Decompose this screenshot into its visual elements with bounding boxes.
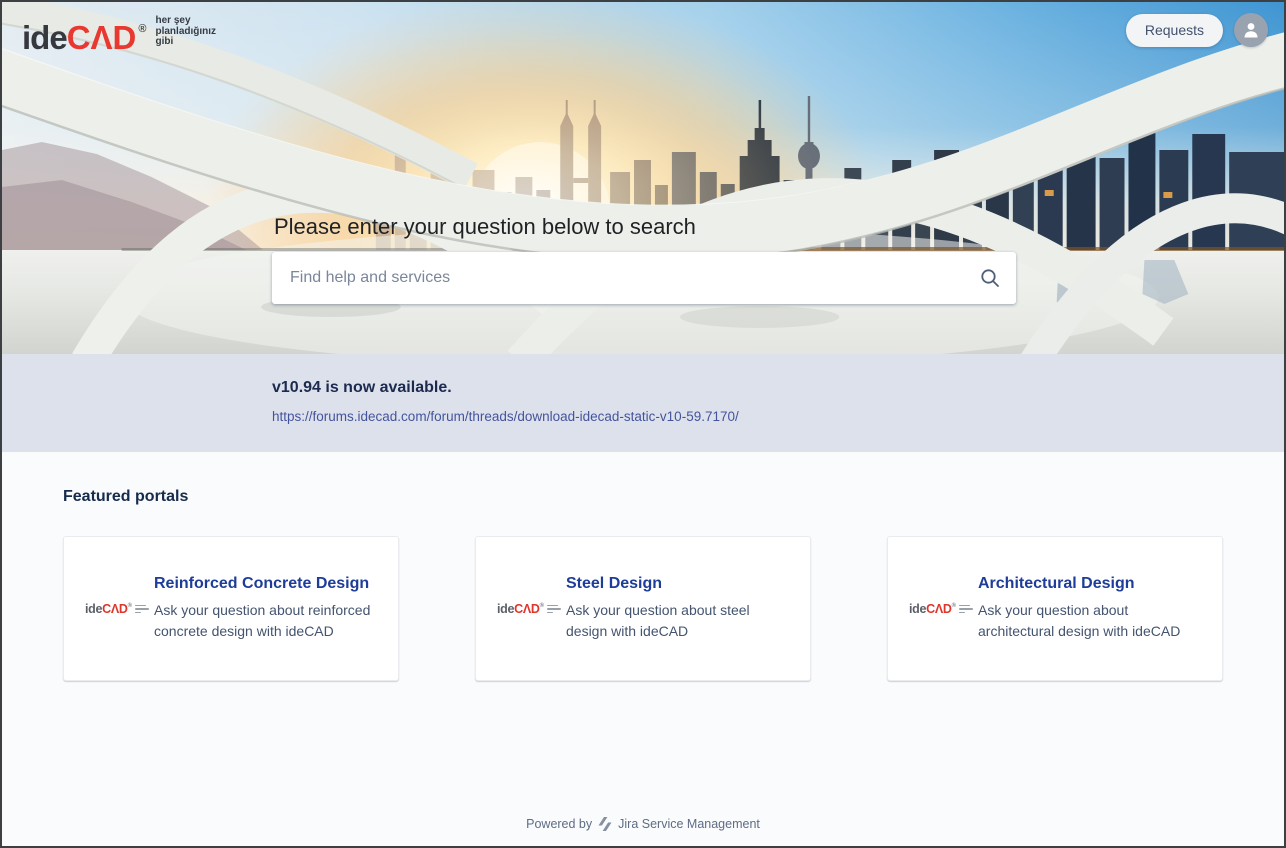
- user-avatar-icon: [1241, 20, 1261, 40]
- jira-logo-icon: [598, 817, 612, 831]
- portal-card-reinforced-concrete[interactable]: ideCΛD® Reinforced Concrete Design Ask y…: [63, 536, 399, 681]
- logo-cad: CΛD: [67, 19, 137, 56]
- mini-logo-tagline: [959, 605, 973, 614]
- portal-cards: ideCΛD® Reinforced Concrete Design Ask y…: [63, 536, 1223, 681]
- mini-logo-tagline: [135, 605, 149, 614]
- portal-card-title: Steel Design: [566, 575, 792, 593]
- logo-ide: ide: [22, 19, 67, 56]
- search-box: [272, 252, 1016, 304]
- search-input[interactable]: [272, 252, 1016, 304]
- portal-card-description: Ask your question about architectural de…: [978, 600, 1204, 642]
- search-heading: Please enter your question below to sear…: [274, 214, 1016, 240]
- announcement-banner: v10.94 is now available. https://forums.…: [2, 354, 1284, 452]
- portal-card-title: Reinforced Concrete Design: [154, 575, 380, 593]
- idecad-logo-text: ideCΛD®: [22, 8, 145, 59]
- main-content: Featured portals ideCΛD® Reinforced Conc…: [2, 452, 1284, 847]
- hero-banner: ideCΛD® her şey planladığınız gibi Reque…: [2, 2, 1284, 354]
- mini-logo-tagline: [547, 605, 561, 614]
- portal-card-description: Ask your question about reinforced concr…: [154, 600, 380, 642]
- idecad-mini-logo: ideCΛD®: [85, 602, 137, 616]
- registered-mark: ®: [138, 23, 145, 35]
- logo-tagline: her şey planladığınız gibi: [155, 16, 216, 48]
- powered-by-label: Powered by: [526, 817, 592, 831]
- user-avatar-button[interactable]: [1234, 13, 1268, 47]
- footer: Powered by Jira Service Management: [2, 817, 1284, 847]
- help-center-page: ideCΛD® her şey planladığınız gibi Reque…: [0, 0, 1286, 848]
- portal-card-description: Ask your question about steel design wit…: [566, 600, 792, 642]
- portal-card-steel[interactable]: ideCΛD® Steel Design Ask your question a…: [475, 536, 811, 681]
- idecad-logo: ideCΛD® her şey planladığınız gibi: [22, 8, 216, 59]
- requests-button[interactable]: Requests: [1126, 14, 1223, 47]
- idecad-mini-logo: ideCΛD®: [909, 602, 961, 616]
- jira-service-management-link[interactable]: Jira Service Management: [618, 817, 760, 831]
- announcement-title: v10.94 is now available.: [272, 379, 1244, 397]
- portal-card-architectural[interactable]: ideCΛD® Architectural Design Ask your qu…: [887, 536, 1223, 681]
- featured-portals-heading: Featured portals: [63, 488, 1223, 506]
- search-icon[interactable]: [979, 267, 1001, 289]
- idecad-mini-logo: ideCΛD®: [497, 602, 549, 616]
- portal-card-title: Architectural Design: [978, 575, 1204, 593]
- top-bar-actions: Requests: [1126, 13, 1268, 47]
- top-bar: ideCΛD® her şey planladığınız gibi Reque…: [2, 2, 1284, 60]
- announcement-link[interactable]: https://forums.idecad.com/forum/threads/…: [272, 409, 739, 424]
- search-area: Please enter your question below to sear…: [272, 214, 1016, 304]
